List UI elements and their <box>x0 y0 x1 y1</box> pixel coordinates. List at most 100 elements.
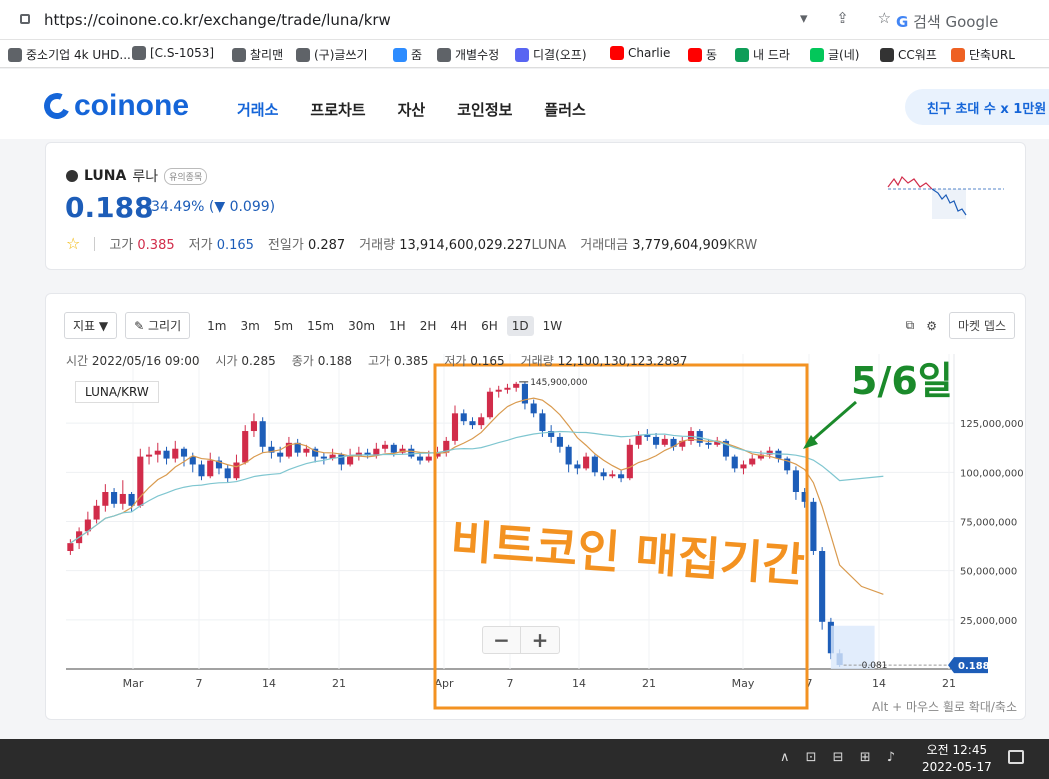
menu-prochart[interactable]: 프로차트 <box>310 99 365 120</box>
coin-header: LUNA 루나 유의종목 <box>66 166 208 186</box>
x-tick-label: 14 <box>872 677 886 690</box>
timeframe-1H[interactable]: 1H <box>384 316 411 336</box>
candle-body <box>111 492 118 504</box>
change-percent: -34.49% <box>146 199 205 215</box>
url-field[interactable]: https://coinone.co.kr/exchange/trade/lun… <box>44 11 391 29</box>
cc-icon <box>880 47 894 62</box>
x-tick-label: 21 <box>332 677 346 690</box>
indicator-button[interactable]: 지표 ▼ <box>64 312 118 339</box>
bookmark-item[interactable]: 내 드라 <box>735 46 790 63</box>
bookmark-item[interactable]: 중소기업 4k UHD... <box>8 46 131 63</box>
bookmark-dots-icon <box>132 46 146 60</box>
menu-exchange[interactable]: 거래소 <box>237 99 278 120</box>
x-tick-label: 21 <box>942 677 956 690</box>
logo-mark-icon <box>40 89 74 123</box>
zoom-out-button[interactable]: − <box>483 627 521 653</box>
amount-unit: KRW <box>727 238 758 253</box>
taskbar-clock[interactable]: 오전 12:45 2022-05-17 <box>922 742 992 776</box>
coinone-logo[interactable]: coinone <box>40 89 190 123</box>
candle-body <box>408 448 415 457</box>
bookmark-item[interactable]: CC워프 <box>880 46 937 63</box>
candle-body <box>154 450 161 455</box>
bookmark-item[interactable]: 줌 <box>393 46 422 63</box>
y-tick-label: 75,000,000 <box>960 518 1017 529</box>
candle-body <box>556 436 563 447</box>
candle-body <box>583 456 590 469</box>
bookmark-item[interactable]: [C.S-1053] <box>132 46 214 60</box>
ohlc-high-value: 0.385 <box>393 354 429 368</box>
low-label: 저가 <box>188 238 213 253</box>
drive-icon <box>735 47 749 62</box>
menu-plus[interactable]: 플러스 <box>544 99 585 120</box>
current-price: 0.188 <box>65 191 154 224</box>
timeframe-6H[interactable]: 6H <box>476 316 503 336</box>
timeframe-2H[interactable]: 2H <box>415 316 442 336</box>
timeframe-4H[interactable]: 4H <box>445 316 472 336</box>
amount-stat: 거래대금 3,779,604,909KRW <box>580 234 757 253</box>
zoom-in-button[interactable]: + <box>521 627 559 653</box>
bookmark-label: (구)글쓰기 <box>314 48 368 62</box>
logo-text: coinone <box>74 89 190 122</box>
candle-body <box>390 444 397 453</box>
candle-body <box>740 464 747 469</box>
google-search-box[interactable]: G 검색 Google <box>896 11 998 32</box>
settings-gear-icon[interactable]: ⚙ <box>926 319 937 333</box>
candle-body <box>250 421 258 432</box>
ohlc-open: 시가 0.285 <box>215 352 275 369</box>
menu-coininfo[interactable]: 코인정보 <box>457 99 512 120</box>
time-label: 시간 <box>66 354 89 368</box>
timeframe-5m[interactable]: 5m <box>269 316 298 336</box>
timeframe-1W[interactable]: 1W <box>538 316 568 336</box>
candle-body <box>661 438 668 445</box>
timeframe-3m[interactable]: 3m <box>235 316 264 336</box>
candle-body <box>172 448 179 459</box>
bookmark-item[interactable]: 개별수정 <box>437 46 499 63</box>
bookmark-item[interactable]: (구)글쓰기 <box>296 46 368 63</box>
bookmark-label: CC워프 <box>898 48 937 62</box>
timeframe-30m[interactable]: 30m <box>343 316 380 336</box>
browser-action-icons[interactable]: ▾ ⇪ ☆ <box>800 9 903 27</box>
y-tick-label: 25,000,000 <box>960 616 1017 627</box>
bookmark-item[interactable]: 찰리맨 <box>232 46 283 63</box>
candle-body <box>180 448 188 457</box>
timeframe-1m[interactable]: 1m <box>202 316 231 336</box>
market-depth-button[interactable]: 마켓 뎁스 <box>949 312 1015 339</box>
draw-button[interactable]: ✎ 그리기 <box>125 312 191 339</box>
bookmark-item[interactable]: 디결(오프) <box>515 46 587 63</box>
candle-body <box>373 448 380 455</box>
favorite-star-icon[interactable]: ☆ <box>66 234 80 253</box>
candle-body <box>574 464 581 469</box>
popout-icon[interactable]: ⧉ <box>906 318 915 333</box>
bookmark-item[interactable]: 글(네) <box>810 46 859 63</box>
discord-icon <box>515 47 529 62</box>
candle-body <box>819 551 826 622</box>
timeframe-1D[interactable]: 1D <box>506 315 534 336</box>
menu-assets[interactable]: 자산 <box>398 99 426 120</box>
x-tick-label: May <box>732 677 755 690</box>
bookmark-item[interactable]: 동 <box>688 46 717 63</box>
bookmarks-bar: 중소기업 4k UHD... [C.S-1053] 찰리맨 (구)글쓰기 줌 개별수정 디결… <box>0 40 1049 68</box>
candle-body <box>137 456 144 506</box>
candle-body <box>513 383 520 388</box>
candle-body <box>792 470 799 492</box>
candle-body <box>609 474 616 477</box>
clock-time: 오전 12:45 <box>926 743 988 757</box>
bookmark-item[interactable]: Charlie <box>610 46 670 60</box>
candle-body <box>565 446 572 465</box>
last-price-label: 0.188 <box>958 661 990 672</box>
timeframe-15m[interactable]: 15m <box>302 316 339 336</box>
handwritten-period-label: 비트코인 매집기간 <box>449 514 806 593</box>
chart-toolbar: 지표 ▼ ✎ 그리기 1m 3m 5m 15m 30m 1H 2H 4H 6H 1D 1W <box>64 312 567 339</box>
amount-label: 거래대금 <box>580 238 629 253</box>
candle-body <box>320 456 327 459</box>
notification-icon[interactable] <box>1008 750 1024 764</box>
close-label: 종가 <box>291 354 314 368</box>
system-tray-icons[interactable]: ∧ ⊡ ⊟ ⊞ ♪ <box>780 750 901 765</box>
candle-body <box>163 450 170 459</box>
max-price-label: 145,900,000 <box>530 378 588 388</box>
bookmark-item[interactable]: 단축URL <box>951 46 1015 63</box>
bookmark-label: 줌 <box>411 48 423 62</box>
candle-body <box>486 391 494 418</box>
chart-tools-right: ⧉ ⚙ 마켓 뎁스 <box>906 312 1015 339</box>
invite-promo-banner[interactable]: 친구 초대 수 x 1만원 리 <box>905 89 1049 125</box>
